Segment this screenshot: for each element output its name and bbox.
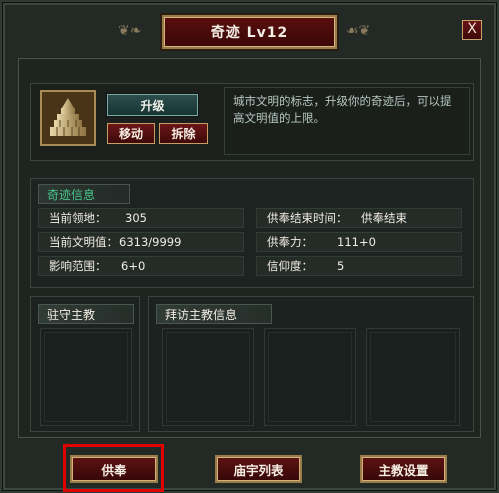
bishop-settings-button[interactable]: 主教设置 (360, 455, 447, 483)
influence-label: 影响范围： (49, 259, 107, 273)
temple-list-button[interactable]: 庙宇列表 (215, 455, 302, 483)
move-button[interactable]: 移动 (107, 123, 155, 144)
offering-power-label: 供奉力： (267, 235, 313, 249)
offering-end-value: 供奉结束 (361, 211, 407, 225)
visiting-bishop-slot-2[interactable] (264, 328, 356, 426)
info-row-influence: 影响范围： 6+0 (38, 256, 244, 276)
territory-label: 当前领地： (49, 211, 107, 225)
faith-label: 信仰度： (267, 259, 313, 273)
visiting-bishop-slot-1[interactable] (162, 328, 254, 426)
territory-value: 305 (125, 211, 147, 225)
window-title: 奇迹 Lv12 (162, 15, 337, 49)
info-row-faith: 信仰度： 5 (256, 256, 462, 276)
influence-value: 6+0 (121, 259, 146, 273)
offering-highlight-box (63, 444, 164, 492)
title-ornament-right-icon: ☙❦ (346, 23, 371, 39)
garrison-bishop-slot[interactable] (40, 328, 132, 426)
info-row-offering-power: 供奉力： 111+0 (256, 232, 462, 252)
title-ornament-left-icon: ❦❧ (118, 23, 142, 39)
offering-end-label: 供奉结束时间： (267, 211, 348, 225)
upgrade-button[interactable]: 升级 (107, 94, 198, 116)
wonder-icon (40, 90, 96, 146)
close-button[interactable]: X (462, 20, 482, 40)
demolish-button[interactable]: 拆除 (159, 123, 208, 144)
info-row-civilization: 当前文明值： 6313/9999 (38, 232, 244, 252)
visiting-bishop-label: 拜访主教信息 (156, 304, 272, 324)
info-row-territory: 当前领地： 305 (38, 208, 244, 228)
civilization-value: 6313/9999 (119, 235, 182, 249)
visiting-bishop-slot-3[interactable] (366, 328, 460, 426)
faith-value: 5 (337, 259, 345, 273)
civilization-label: 当前文明值： (49, 235, 118, 249)
wonder-description: 城市文明的标志，升级你的奇迹后，可以提高文明值的上限。 (224, 87, 470, 155)
wonder-info-label: 奇迹信息 (38, 184, 130, 204)
info-row-offering-end: 供奉结束时间： 供奉结束 (256, 208, 462, 228)
offering-power-value: 111+0 (337, 235, 376, 249)
garrison-bishop-label: 驻守主教 (38, 304, 134, 324)
